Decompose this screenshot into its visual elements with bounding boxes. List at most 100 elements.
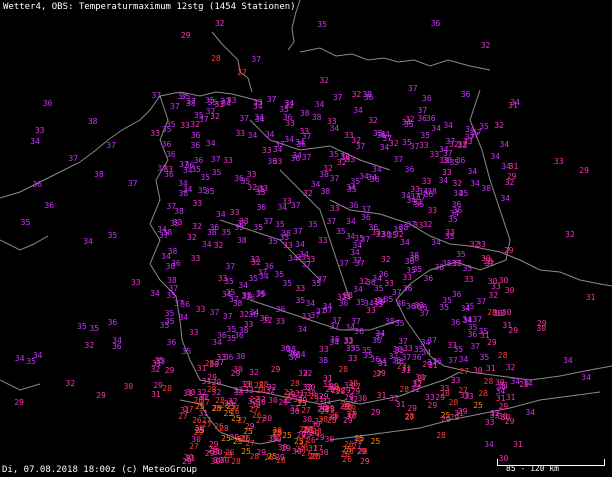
station-temperature-label: 29: [211, 378, 222, 388]
station-temperature-label: 28: [318, 415, 329, 425]
station-temperature-label: 29: [270, 365, 281, 375]
station-temperature-label: 37: [476, 296, 487, 306]
station-temperature-label: 34: [501, 162, 511, 172]
station-temperature-label: 27: [183, 405, 194, 415]
station-temperature-label: 35: [458, 189, 469, 199]
station-temperature-label: 38: [311, 113, 322, 123]
station-temperature-label: 35: [420, 131, 431, 141]
station-temperature-label: 37: [329, 322, 340, 332]
station-temperature-label: 31: [314, 395, 324, 405]
station-temperature-label: 37: [351, 317, 361, 327]
station-temperature-label: 35: [211, 167, 222, 177]
station-temperature-label: 37: [170, 102, 180, 111]
station-temperature-label: 37: [339, 258, 349, 268]
station-temperature-label: 36: [423, 273, 434, 283]
station-temperature-label: 25: [231, 413, 241, 423]
station-temperature-label: 28: [193, 395, 204, 405]
station-temperature-label: 34: [345, 231, 356, 241]
station-temperature-label: 36: [161, 139, 172, 149]
station-temperature-label: 35: [226, 325, 237, 335]
station-temperature-label: 30: [324, 434, 335, 444]
station-temperature-label: 34: [375, 329, 386, 339]
station-temperature-label: 35: [347, 184, 357, 194]
station-temperature-label: 26: [342, 454, 352, 464]
station-temperature-label: 36: [396, 298, 407, 308]
station-temperature-label: 31: [505, 393, 516, 403]
station-temperature-label: 38: [206, 227, 217, 237]
station-temperature-label: 28: [206, 385, 217, 395]
station-temperature-label: 29: [153, 381, 163, 391]
station-temperature-label: 27: [297, 390, 308, 400]
station-temperature-label: 34: [247, 130, 258, 140]
station-temperature-label: 37: [326, 216, 337, 226]
station-temperature-label: 33: [484, 418, 495, 428]
station-temperature-label: 33: [463, 274, 474, 284]
station-temperature-label: 35: [268, 237, 278, 247]
station-temperature-label: 32: [210, 112, 220, 122]
station-temperature-label: 33: [261, 145, 272, 155]
station-temperature-label: 33: [172, 217, 183, 227]
station-temperature-label: 35: [402, 138, 412, 148]
station-temperature-label: 36: [248, 310, 259, 320]
station-temperature-label: 33: [217, 273, 228, 283]
station-temperature-label: 32: [247, 396, 258, 406]
station-temperature-label: 37: [151, 91, 162, 101]
station-temperature-label: 37: [448, 355, 458, 365]
station-temperature-label: 29: [503, 246, 514, 256]
station-temperature-label: 29: [579, 166, 589, 176]
station-temperature-label: 32: [484, 258, 495, 268]
station-temperature-label: 36: [455, 155, 466, 165]
station-temperature-label: 35: [226, 334, 237, 344]
station-temperature-label: 33: [317, 235, 328, 245]
station-temperature-label: 35: [307, 220, 318, 230]
station-temperature-label: 33: [491, 281, 501, 291]
station-temperature-label: 30: [357, 393, 368, 403]
station-temperature-label: 32: [489, 408, 500, 418]
station-temperature-label: 34: [484, 440, 494, 450]
station-temperature-label: 28: [399, 385, 410, 395]
station-temperature-label: 31: [322, 373, 333, 383]
station-temperature-label: 28: [404, 412, 415, 422]
station-temperature-label: 28: [483, 376, 494, 386]
station-temperature-label: 32: [319, 75, 329, 85]
station-temperature-label: 35: [20, 218, 31, 228]
station-temperature-label: 37: [106, 141, 116, 151]
station-temperature-label: 31: [485, 363, 496, 373]
station-temperature-label: 35: [204, 95, 215, 105]
station-temperature-label: 29: [339, 401, 350, 411]
station-temperature-label: 27: [459, 367, 470, 377]
station-temperature-label: 33: [439, 155, 449, 165]
station-temperature-label: 33: [229, 208, 240, 218]
station-temperature-label: 34: [470, 179, 480, 189]
station-temperature-label: 37: [427, 335, 437, 345]
station-temperature-label: 33: [246, 170, 257, 180]
station-temperature-label: 34: [216, 209, 226, 219]
station-temperature-label: 33: [459, 391, 470, 401]
station-temperature-label: 37: [127, 178, 138, 188]
station-temperature-label: 32: [187, 232, 197, 242]
station-temperature-label: 36: [460, 89, 471, 99]
station-temperature-label: 32: [84, 340, 95, 350]
station-temperature-label: 37: [355, 142, 366, 152]
station-temperature-label: 31: [198, 408, 209, 418]
station-temperature-label: 29: [506, 171, 517, 181]
station-temperature-label: 35: [253, 222, 264, 232]
station-temperature-label: 28: [448, 398, 459, 408]
station-temperature-label: 38: [232, 299, 243, 309]
station-temperature-label: 33: [244, 386, 254, 396]
station-temperature-label: 35: [164, 317, 175, 327]
station-temperature-label: 31: [376, 390, 387, 400]
station-temperature-label: 28: [211, 53, 221, 63]
station-temperature-label: 35: [345, 344, 356, 354]
station-temperature-label: 37: [266, 94, 277, 104]
station-temperature-label: 30: [209, 360, 219, 370]
station-temperature-label: 33: [216, 353, 227, 363]
station-temperature-label: 38: [404, 257, 415, 267]
station-temperature-label: 36: [245, 292, 256, 302]
station-temperature-label: 33: [326, 117, 337, 127]
station-temperature-label: 27: [237, 67, 247, 77]
station-temperature-label: 34: [379, 143, 390, 153]
station-temperature-label: 35: [164, 309, 175, 319]
station-temperature-label: 38: [299, 109, 310, 119]
station-temperature-label: 32: [65, 379, 76, 389]
